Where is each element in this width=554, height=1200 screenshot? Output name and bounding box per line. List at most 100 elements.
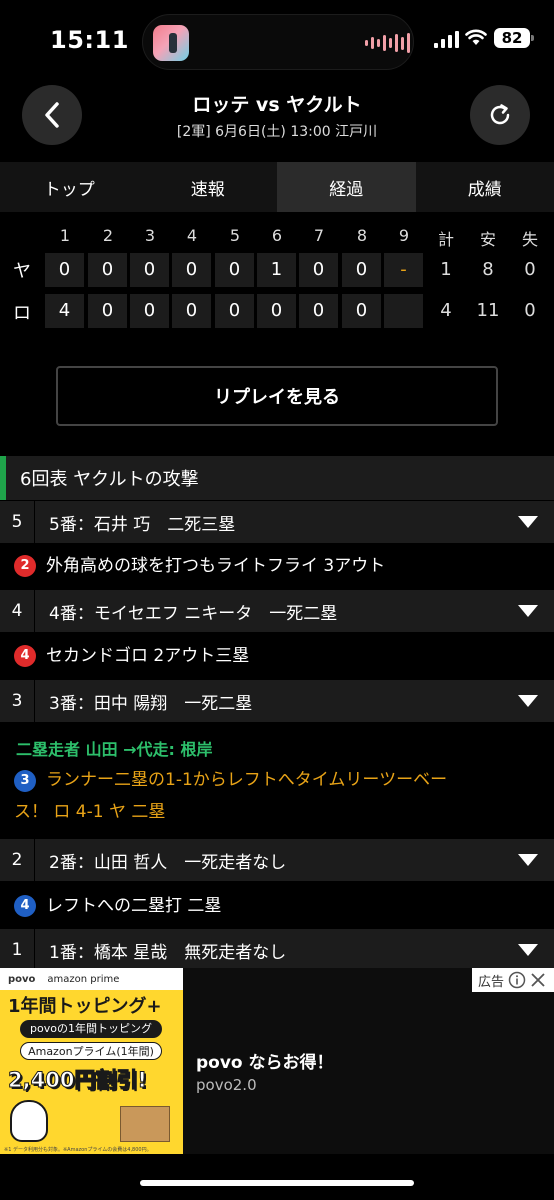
inning-header: 2 [102, 226, 114, 245]
ad-brand-povo: povo [8, 973, 36, 985]
ad-label-text: 広告 [478, 974, 505, 990]
reload-icon [490, 104, 510, 125]
score-cell: 0 [299, 253, 338, 287]
inning-header-bar: 6回表 ヤクルトの攻撃 [0, 456, 554, 500]
batter-summary: 1番：橋本 星哉 無死走者なし [49, 942, 287, 963]
inning-header: 8 [356, 226, 368, 245]
caret-down-icon [518, 854, 538, 866]
play-item: 4 レフトへの二塁打 二塁 [14, 893, 221, 919]
now-playing-artwork [153, 25, 189, 61]
score-cell: 0 [257, 294, 296, 328]
batter-summary: 3番：田中 陽翔 一死二塁 [49, 693, 253, 714]
hits-header: 安 [479, 230, 496, 249]
play-description: セカンドゴロ 2アウト三塁 [46, 646, 250, 666]
dynamic-island[interactable] [142, 14, 414, 70]
caret-down-icon [518, 944, 538, 956]
cellular-signal-icon [434, 30, 459, 48]
batting-order-number: 4 [11, 601, 23, 621]
score-cell: 1 [257, 253, 296, 287]
errors-header: 失 [521, 230, 538, 249]
ad-brand-strip: povo amazon prime [0, 968, 183, 990]
total-errors: 0 [524, 300, 536, 321]
ad-fine-print: ※1 データ利用分も対象。※Amazonプライムの会費は4,800円。 [4, 1147, 152, 1153]
tab-stats[interactable]: 成績 [416, 162, 554, 212]
tab-live[interactable]: 速報 [139, 162, 278, 212]
tab-top[interactable]: トップ [0, 162, 139, 212]
amazon-box-illustration [120, 1106, 170, 1142]
inning-header: 7 [313, 226, 325, 245]
status-bar: 15:11 82 [0, 0, 554, 84]
score-cell: 0 [342, 294, 381, 328]
score-cell: 0 [215, 294, 254, 328]
inning-header: 9 [398, 226, 410, 245]
batter-row[interactable]: 1 1番：橋本 星哉 無死走者なし [0, 929, 554, 971]
inning-header: 5 [229, 226, 241, 245]
battery-indicator: 82 [494, 28, 534, 48]
play-description: ランナー二塁の1-1からレフトへタイムリーツーベー ス！ ロ 4-1 ヤ 二塁 [14, 764, 448, 828]
reload-button[interactable] [470, 85, 530, 145]
score-cell: 0 [172, 294, 211, 328]
audio-waveform-icon [365, 33, 410, 53]
batting-order-number: 2 [11, 850, 23, 870]
play-description-line: ス！ ロ 4-1 ヤ 二塁 [14, 802, 166, 822]
ad-pill: povoの1年間トッピング [20, 1020, 162, 1038]
out-count-badge: 4 [14, 895, 36, 917]
total-hits: 8 [482, 259, 494, 280]
score-cell [384, 294, 423, 328]
expand-toggle[interactable] [502, 680, 554, 722]
total-runs: 1 [440, 259, 452, 280]
status-time: 15:11 [50, 26, 129, 54]
batter-row[interactable]: 3 3番：田中 陽翔 一死二塁 [0, 680, 554, 722]
runs-header: 計 [437, 230, 454, 249]
batter-row[interactable]: 2 2番：山田 哲人 一死走者なし [0, 839, 554, 881]
score-cell: 0 [130, 253, 169, 287]
wifi-icon [465, 29, 487, 45]
ad-info-icon[interactable] [508, 971, 526, 989]
score-cell: - [384, 253, 423, 287]
expand-toggle[interactable] [502, 929, 554, 971]
score-cell: 0 [88, 253, 127, 287]
batter-summary: 4番：モイセエフ ニキータ 一死二塁 [49, 603, 338, 624]
expand-toggle[interactable] [502, 839, 554, 881]
play-description-line: ランナー二塁の1-1からレフトへタイムリーツーベー [46, 770, 448, 790]
expand-toggle[interactable] [502, 501, 554, 543]
batter-row[interactable]: 4 4番：モイセエフ ニキータ 一死二塁 [0, 590, 554, 632]
score-cell: 0 [342, 253, 381, 287]
ad-image[interactable]: povo amazon prime 1年間トッピング+ povoの1年間トッピン… [0, 968, 183, 1154]
batter-row[interactable]: 5 5番：石井 巧 二死三塁 [0, 501, 554, 543]
play-item: 2 外角高めの球を打つもライトフライ 3アウト [14, 553, 385, 579]
batting-order-number: 1 [11, 940, 23, 960]
ad-label[interactable]: 広告 [472, 968, 554, 992]
ad-pill: Amazonプライム(1年間) [20, 1042, 162, 1060]
batter-summary: 2番：山田 哲人 一死走者なし [49, 852, 287, 873]
play-description: 外角高めの球を打つもライトフライ 3アウト [46, 556, 386, 576]
total-runs: 4 [440, 300, 452, 321]
home-indicator[interactable] [140, 1180, 414, 1186]
caret-down-icon [518, 695, 538, 707]
ad-headline: 1年間トッピング+ [8, 996, 162, 1017]
inning-header: 4 [186, 226, 198, 245]
score-cell: 0 [88, 294, 127, 328]
close-icon[interactable] [530, 972, 546, 988]
ad-subtitle: povo2.0 [196, 1076, 257, 1094]
inning-header: 6 [271, 226, 283, 245]
ad-price: 2,400円割引! [7, 1068, 148, 1093]
ad-title[interactable]: povo ならお得！ [196, 1048, 334, 1073]
team-label-home: ロ [13, 303, 31, 324]
total-errors: 0 [524, 259, 536, 280]
batting-order-number: 5 [11, 512, 23, 532]
out-count-badge: 3 [14, 770, 36, 792]
replay-button[interactable]: リプレイを見る [56, 366, 498, 426]
score-cell: 0 [45, 253, 84, 287]
score-cell: 0 [130, 294, 169, 328]
inning-header: 3 [144, 226, 156, 245]
team-label-away: ヤ [13, 261, 31, 282]
tab-bar: トップ 速報 経過 成績 [0, 162, 554, 212]
tab-progress[interactable]: 経過 [277, 162, 416, 212]
caret-down-icon [518, 516, 538, 528]
expand-toggle[interactable] [502, 590, 554, 632]
total-hits: 11 [476, 300, 500, 321]
batter-summary: 5番：石井 巧 二死三塁 [49, 514, 236, 535]
ad-brand-prime: amazon prime [47, 973, 120, 985]
inning-header: 1 [59, 226, 71, 245]
